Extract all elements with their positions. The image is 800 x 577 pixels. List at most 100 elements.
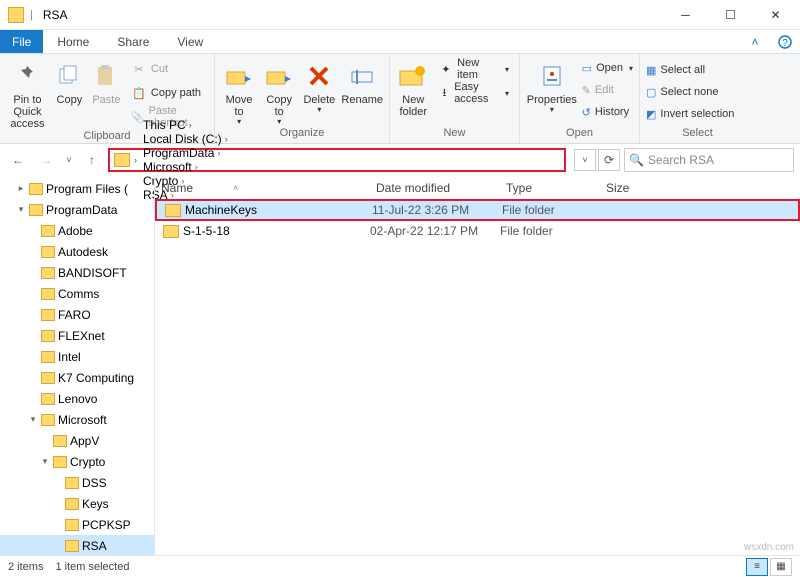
moveto-icon [223,60,255,92]
address-bar[interactable]: › This PC›Local Disk (C:)›ProgramData›Mi… [108,148,566,172]
sort-indicator-icon: ˄ [233,183,238,193]
open-button[interactable]: ▭Open▾ [582,58,633,78]
address-folder-icon [114,153,130,167]
tree-item[interactable]: BANDISOFT [0,262,154,283]
share-tab[interactable]: Share [103,30,163,53]
folder-icon [8,7,24,23]
rename-button[interactable]: Rename [341,58,383,106]
watermark: wsxdn.com [744,542,794,553]
tree-item[interactable]: FLEXnet [0,325,154,346]
window-title: RSA [43,8,68,22]
search-box[interactable]: 🔍 Search RSA [624,148,794,172]
minimize-button[interactable]: ─ [663,1,708,29]
file-list[interactable]: MachineKeys11-Jul-22 3:26 PMFile folderS… [155,200,800,556]
tree-item[interactable]: DSS [0,472,154,493]
crumb-chevron[interactable]: › [132,155,139,165]
pin-icon [11,60,43,92]
tree-item[interactable]: Comms [0,283,154,304]
edit-button[interactable]: ✎Edit [582,80,633,100]
ribbon-collapse-button[interactable]: ˄ [740,30,770,53]
copy-button[interactable]: Copy [53,58,86,106]
delete-button[interactable]: Delete▾ [301,58,337,115]
breadcrumb-item[interactable]: Local Disk (C:)› [141,132,230,146]
new-item-button[interactable]: ✦New item▾ [435,58,513,80]
tree-item[interactable]: Intel [0,346,154,367]
selectnone-icon: ▢ [646,86,656,99]
file-row[interactable]: S-1-5-1802-Apr-22 12:17 PMFile folder [155,220,800,242]
tree-item[interactable]: Autodesk [0,241,154,262]
newitem-icon: ✦ [439,61,454,77]
select-none-button[interactable]: ▢Select none [646,82,734,102]
newfolder-icon [397,60,429,92]
status-selected-count: 1 item selected [55,561,129,573]
column-headers[interactable]: Name˄ Date modified Type Size [155,176,800,200]
rename-icon [346,60,378,92]
history-button[interactable]: ↺History [582,102,633,122]
invert-icon: ◩ [646,108,656,121]
copyto-icon [263,60,295,92]
edit-icon: ✎ [582,84,591,97]
search-icon: 🔍 [629,153,644,167]
tree-item[interactable]: ▾ProgramData [0,199,154,220]
select-all-button[interactable]: ▦Select all [646,60,734,80]
delete-icon [303,60,335,92]
paste-shortcut-button[interactable]: 📎Paste shortcut [127,106,208,128]
easy-access-button[interactable]: ⭳Easy access▾ [435,82,513,104]
copypath-icon: 📋 [131,85,147,101]
view-tab[interactable]: View [163,30,217,53]
pin-quick-access-button[interactable]: Pin to Quick access [6,58,49,130]
history-icon: ↺ [582,106,591,119]
tree-item[interactable]: FARO [0,304,154,325]
tree-item[interactable]: ▸Program Files ( [0,178,154,199]
copy-to-button[interactable]: Copy to▾ [261,58,297,127]
properties-icon [536,60,568,92]
thumbnails-view-button[interactable]: ▦ [770,558,792,576]
svg-text:?: ? [782,38,788,49]
tree-item[interactable]: Lenovo [0,388,154,409]
new-folder-button[interactable]: New folder [396,58,431,118]
refresh-button[interactable]: ⟳ [598,149,620,171]
nav-up-button[interactable]: ↑ [80,148,104,172]
file-row[interactable]: MachineKeys11-Jul-22 3:26 PMFile folder [155,199,800,221]
paste-button[interactable]: Paste [90,58,123,106]
copy-icon [53,60,85,92]
nav-history-button[interactable]: ˅ [62,148,76,172]
tree-item[interactable]: ▾Microsoft [0,409,154,430]
nav-tree[interactable]: ▸Program Files (▾ProgramDataAdobeAutodes… [0,176,155,556]
home-tab[interactable]: Home [43,30,103,53]
cut-icon: ✂ [131,61,147,77]
file-menu[interactable]: File [0,30,43,53]
nav-back-button[interactable]: ← [6,148,30,172]
move-to-button[interactable]: Move to▾ [221,58,257,127]
cut-button[interactable]: ✂Cut [127,58,208,80]
details-view-button[interactable]: ≡ [746,558,768,576]
copy-path-button[interactable]: 📋Copy path [127,82,208,104]
tree-item[interactable]: ▾Crypto [0,451,154,472]
help-button[interactable]: ? [770,30,800,53]
tree-item[interactable]: RSA [0,535,154,556]
qat-separator: | [30,9,33,21]
status-item-count: 2 items [8,561,43,573]
breadcrumb-item[interactable]: ProgramData› [141,146,230,160]
easyaccess-icon: ⭳ [439,85,451,101]
organize-group-label: Organize [215,127,389,143]
tree-item[interactable]: PCPKSP [0,514,154,535]
shortcut-icon: 📎 [131,109,145,125]
properties-button[interactable]: Properties▾ [526,58,578,115]
address-dropdown-button[interactable]: ˅ [574,149,596,171]
close-button[interactable]: ✕ [753,1,798,29]
new-group-label: New [390,127,519,143]
maximize-button[interactable]: ☐ [708,1,753,29]
breadcrumb-item[interactable]: Microsoft› [141,160,230,174]
search-placeholder: Search RSA [648,153,714,167]
open-icon: ▭ [582,62,592,75]
tree-item[interactable]: AppV [0,430,154,451]
invert-selection-button[interactable]: ◩Invert selection [646,104,734,124]
selectall-icon: ▦ [646,64,656,77]
open-group-label: Open [520,127,639,143]
select-group-label: Select [640,127,755,143]
tree-item[interactable]: Keys [0,493,154,514]
nav-forward-button[interactable]: → [34,148,58,172]
tree-item[interactable]: K7 Computing [0,367,154,388]
tree-item[interactable]: Adobe [0,220,154,241]
